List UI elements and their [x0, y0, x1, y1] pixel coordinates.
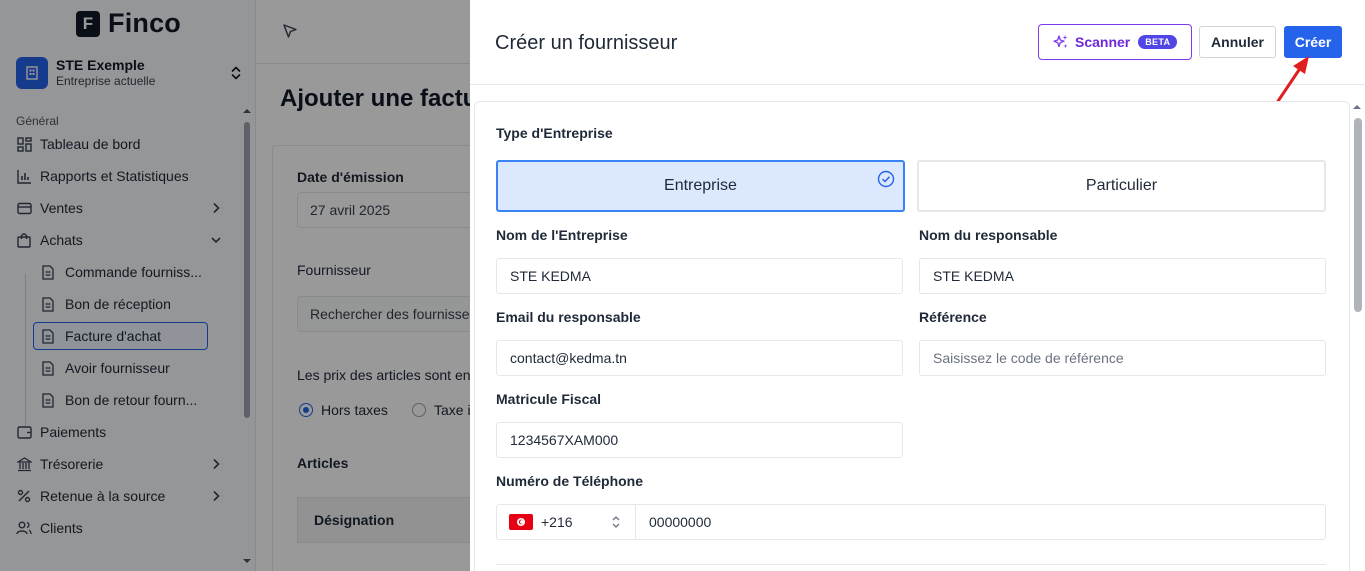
type-option-entreprise[interactable]: Entreprise — [496, 160, 905, 212]
manager-name-label: Nom du responsable — [919, 227, 1058, 243]
sparkles-icon — [1053, 35, 1068, 48]
company-name-label: Nom de l'Entreprise — [496, 227, 628, 243]
type-entreprise-label: Type d'Entreprise — [496, 125, 613, 141]
tunisia-flag-icon — [509, 514, 533, 530]
type-option-label: Entreprise — [664, 177, 737, 194]
tax-id-input[interactable]: 1234567XAM000 — [496, 422, 903, 458]
company-name-input[interactable]: STE KEDMA — [496, 258, 903, 294]
section-divider — [496, 564, 1326, 565]
drawer-title: Créer un fournisseur — [495, 32, 678, 54]
email-label: Email du responsable — [496, 309, 641, 325]
phone-code-label: +216 — [541, 514, 573, 530]
beta-badge: BETA — [1138, 35, 1178, 49]
check-circle-icon — [877, 170, 895, 188]
reference-label: Référence — [919, 309, 987, 325]
type-option-particulier[interactable]: Particulier — [917, 160, 1326, 212]
phone-label: Numéro de Téléphone — [496, 473, 644, 489]
type-option-label: Particulier — [1085, 177, 1158, 194]
email-input[interactable]: contact@kedma.tn — [496, 340, 903, 376]
drawer-header: Créer un fournisseur Scanner BETA Annule… — [470, 0, 1365, 130]
scanner-button[interactable]: Scanner BETA — [1038, 24, 1192, 60]
phone-country-select[interactable]: +216 — [496, 504, 636, 540]
drawer-scroll-thumb[interactable] — [1354, 118, 1362, 312]
modal-backdrop[interactable] — [0, 0, 470, 571]
tax-id-label: Matricule Fiscal — [496, 391, 602, 407]
chevrons-up-down-icon — [612, 516, 620, 528]
scroll-up-arrow-icon[interactable] — [1352, 102, 1362, 112]
manager-name-input[interactable]: STE KEDMA — [919, 258, 1326, 294]
phone-number-input[interactable]: 00000000 — [636, 504, 1326, 540]
scanner-label: Scanner — [1075, 34, 1131, 50]
reference-input[interactable]: Saisissez le code de référence — [919, 340, 1326, 376]
